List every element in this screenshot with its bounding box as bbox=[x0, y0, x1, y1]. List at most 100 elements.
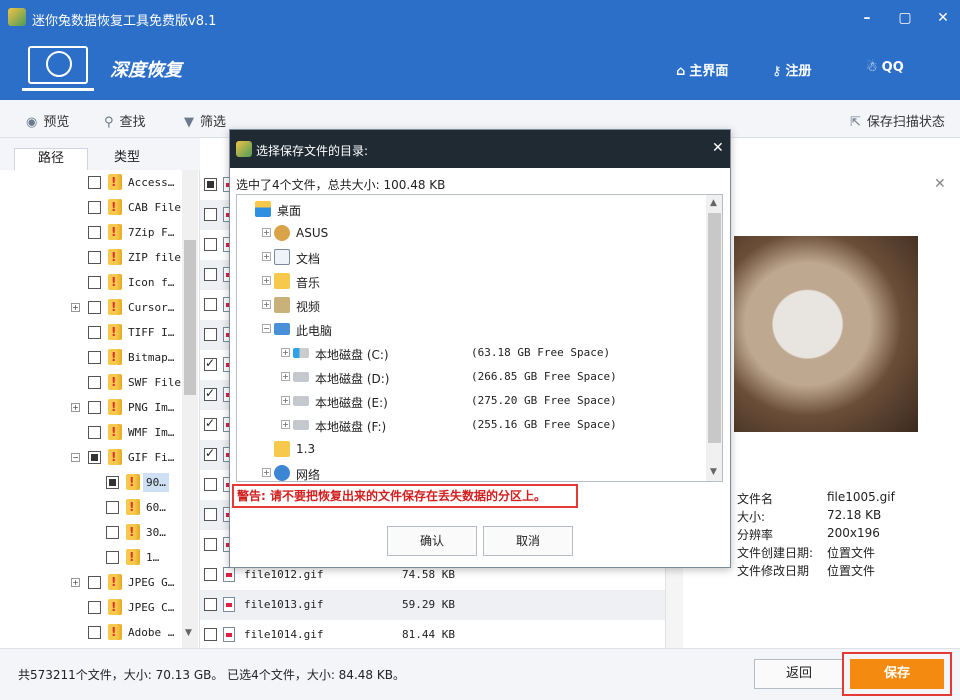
tree-checkbox[interactable] bbox=[88, 301, 101, 314]
file-row[interactable]: file1013.gif 59.29 KB bbox=[200, 590, 665, 620]
expand-icon[interactable]: + bbox=[262, 276, 271, 285]
scroll-down-icon[interactable]: ▼ bbox=[710, 467, 717, 477]
tree-item[interactable]: 30… bbox=[0, 520, 182, 545]
directory-item[interactable]: + 网络 bbox=[237, 461, 707, 481]
directory-item[interactable]: 1.3 bbox=[237, 437, 707, 461]
tree-item[interactable]: Icon f… bbox=[0, 270, 182, 295]
expand-icon[interactable]: + bbox=[262, 300, 271, 309]
tree-item[interactable]: TIFF I… bbox=[0, 320, 182, 345]
tree-item[interactable]: Access… bbox=[0, 170, 182, 195]
tree-scroll-thumb[interactable] bbox=[184, 240, 196, 395]
directory-item[interactable]: + 本地磁盘 (E:) (275.20 GB Free Space) bbox=[237, 389, 707, 413]
dialog-ok-button[interactable]: 确认 bbox=[387, 526, 477, 556]
save-button[interactable]: 保存 bbox=[850, 659, 944, 689]
file-checkbox[interactable] bbox=[204, 628, 217, 641]
preview-button[interactable]: ◉ 预览 bbox=[26, 111, 69, 130]
tree-checkbox[interactable] bbox=[88, 226, 101, 239]
tree-item[interactable]: CAB File bbox=[0, 195, 182, 220]
file-checkbox[interactable] bbox=[204, 508, 217, 521]
tree-item[interactable]: JPEG C… bbox=[0, 595, 182, 620]
tree-checkbox[interactable] bbox=[88, 576, 101, 589]
tree-checkbox[interactable] bbox=[88, 626, 101, 639]
collapse-icon[interactable]: − bbox=[262, 324, 271, 333]
directory-item[interactable]: + 本地磁盘 (C:) (63.18 GB Free Space) bbox=[237, 341, 707, 365]
nav-home[interactable]: ⌂ 主界面 bbox=[676, 60, 728, 79]
file-checkbox[interactable] bbox=[204, 538, 217, 551]
tree-checkbox[interactable] bbox=[106, 551, 119, 564]
tree-checkbox[interactable] bbox=[88, 276, 101, 289]
dialog-cancel-button[interactable]: 取消 bbox=[483, 526, 573, 556]
directory-item[interactable]: + 本地磁盘 (F:) (255.16 GB Free Space) bbox=[237, 413, 707, 437]
expand-icon[interactable]: + bbox=[262, 468, 271, 477]
save-scan-button[interactable]: ⇱ 保存扫描状态 bbox=[850, 111, 945, 130]
tree-checkbox[interactable] bbox=[88, 451, 101, 464]
file-checkbox[interactable] bbox=[204, 598, 217, 611]
tree-item[interactable]: 7Zip F… bbox=[0, 220, 182, 245]
directory-item[interactable]: 桌面 bbox=[237, 197, 707, 221]
file-checkbox[interactable] bbox=[204, 298, 217, 311]
tree-checkbox[interactable] bbox=[106, 526, 119, 539]
file-checkbox[interactable] bbox=[204, 568, 217, 581]
tree-item[interactable]: + JPEG G… bbox=[0, 570, 182, 595]
tree-item[interactable]: 1… bbox=[0, 545, 182, 570]
tab-path[interactable]: 路径 bbox=[14, 148, 88, 170]
tree-checkbox[interactable] bbox=[106, 476, 119, 489]
directory-scrollbar[interactable]: ▲ ▼ bbox=[706, 195, 722, 481]
tree-checkbox[interactable] bbox=[88, 251, 101, 264]
tree-item[interactable]: SWF File bbox=[0, 370, 182, 395]
close-preview-icon[interactable]: ✕ bbox=[934, 176, 946, 192]
expand-icon[interactable]: + bbox=[71, 303, 80, 312]
tree-checkbox[interactable] bbox=[106, 501, 119, 514]
nav-register[interactable]: ⚷ 注册 bbox=[772, 60, 812, 79]
search-button[interactable]: ⚲ 查找 bbox=[104, 111, 146, 130]
tree-item[interactable]: Adobe … bbox=[0, 620, 182, 645]
file-checkbox[interactable] bbox=[204, 446, 217, 461]
tree-checkbox[interactable] bbox=[88, 326, 101, 339]
file-checkbox[interactable] bbox=[204, 238, 217, 251]
tree-checkbox[interactable] bbox=[88, 601, 101, 614]
tree-item[interactable]: 60… bbox=[0, 495, 182, 520]
expand-icon[interactable]: + bbox=[281, 396, 290, 405]
expand-icon[interactable]: + bbox=[281, 372, 290, 381]
file-checkbox[interactable] bbox=[204, 386, 217, 401]
expand-icon[interactable]: + bbox=[71, 578, 80, 587]
directory-item[interactable]: + ASUS bbox=[237, 221, 707, 245]
directory-scroll-thumb[interactable] bbox=[708, 213, 721, 443]
directory-item[interactable]: + 文档 bbox=[237, 245, 707, 269]
tree-item[interactable]: 90… bbox=[0, 470, 182, 495]
tree-checkbox[interactable] bbox=[88, 201, 101, 214]
nav-qq[interactable]: ☃ QQ bbox=[866, 60, 904, 75]
expand-icon[interactable]: + bbox=[71, 403, 80, 412]
file-checkbox[interactable] bbox=[204, 208, 217, 221]
tree-item[interactable]: Bitmap… bbox=[0, 345, 182, 370]
tree-checkbox[interactable] bbox=[88, 351, 101, 364]
tree-item[interactable]: + PNG Im… bbox=[0, 395, 182, 420]
tree-item[interactable]: + Cursor… bbox=[0, 295, 182, 320]
file-checkbox[interactable] bbox=[204, 478, 217, 491]
tree-item[interactable]: ZIP file bbox=[0, 245, 182, 270]
maximize-button[interactable]: ▢ bbox=[896, 10, 914, 26]
tree-scrollbar[interactable]: ▼ bbox=[182, 170, 198, 648]
directory-item[interactable]: + 视频 bbox=[237, 293, 707, 317]
expand-icon[interactable]: + bbox=[262, 252, 271, 261]
scroll-up-icon[interactable]: ▲ bbox=[710, 198, 717, 208]
tree-checkbox[interactable] bbox=[88, 376, 101, 389]
close-button[interactable]: ✕ bbox=[934, 10, 952, 26]
directory-item[interactable]: + 本地磁盘 (D:) (266.85 GB Free Space) bbox=[237, 365, 707, 389]
expand-icon[interactable]: + bbox=[262, 228, 271, 237]
directory-item[interactable]: − 此电脑 bbox=[237, 317, 707, 341]
tree-checkbox[interactable] bbox=[88, 401, 101, 414]
directory-item[interactable]: + 音乐 bbox=[237, 269, 707, 293]
tree-checkbox[interactable] bbox=[88, 426, 101, 439]
minimize-button[interactable]: – bbox=[858, 10, 876, 26]
file-checkbox[interactable] bbox=[204, 268, 217, 281]
file-checkbox[interactable] bbox=[204, 356, 217, 371]
file-row[interactable]: file1014.gif 81.44 KB bbox=[200, 620, 665, 648]
tree-checkbox[interactable] bbox=[88, 176, 101, 189]
file-checkbox[interactable] bbox=[204, 328, 217, 341]
tree-item[interactable]: WMF Im… bbox=[0, 420, 182, 445]
collapse-icon[interactable]: − bbox=[71, 453, 80, 462]
file-checkbox[interactable] bbox=[204, 178, 217, 191]
tab-type[interactable]: 类型 bbox=[90, 148, 164, 170]
tree-item[interactable]: − GIF Fi… bbox=[0, 445, 182, 470]
